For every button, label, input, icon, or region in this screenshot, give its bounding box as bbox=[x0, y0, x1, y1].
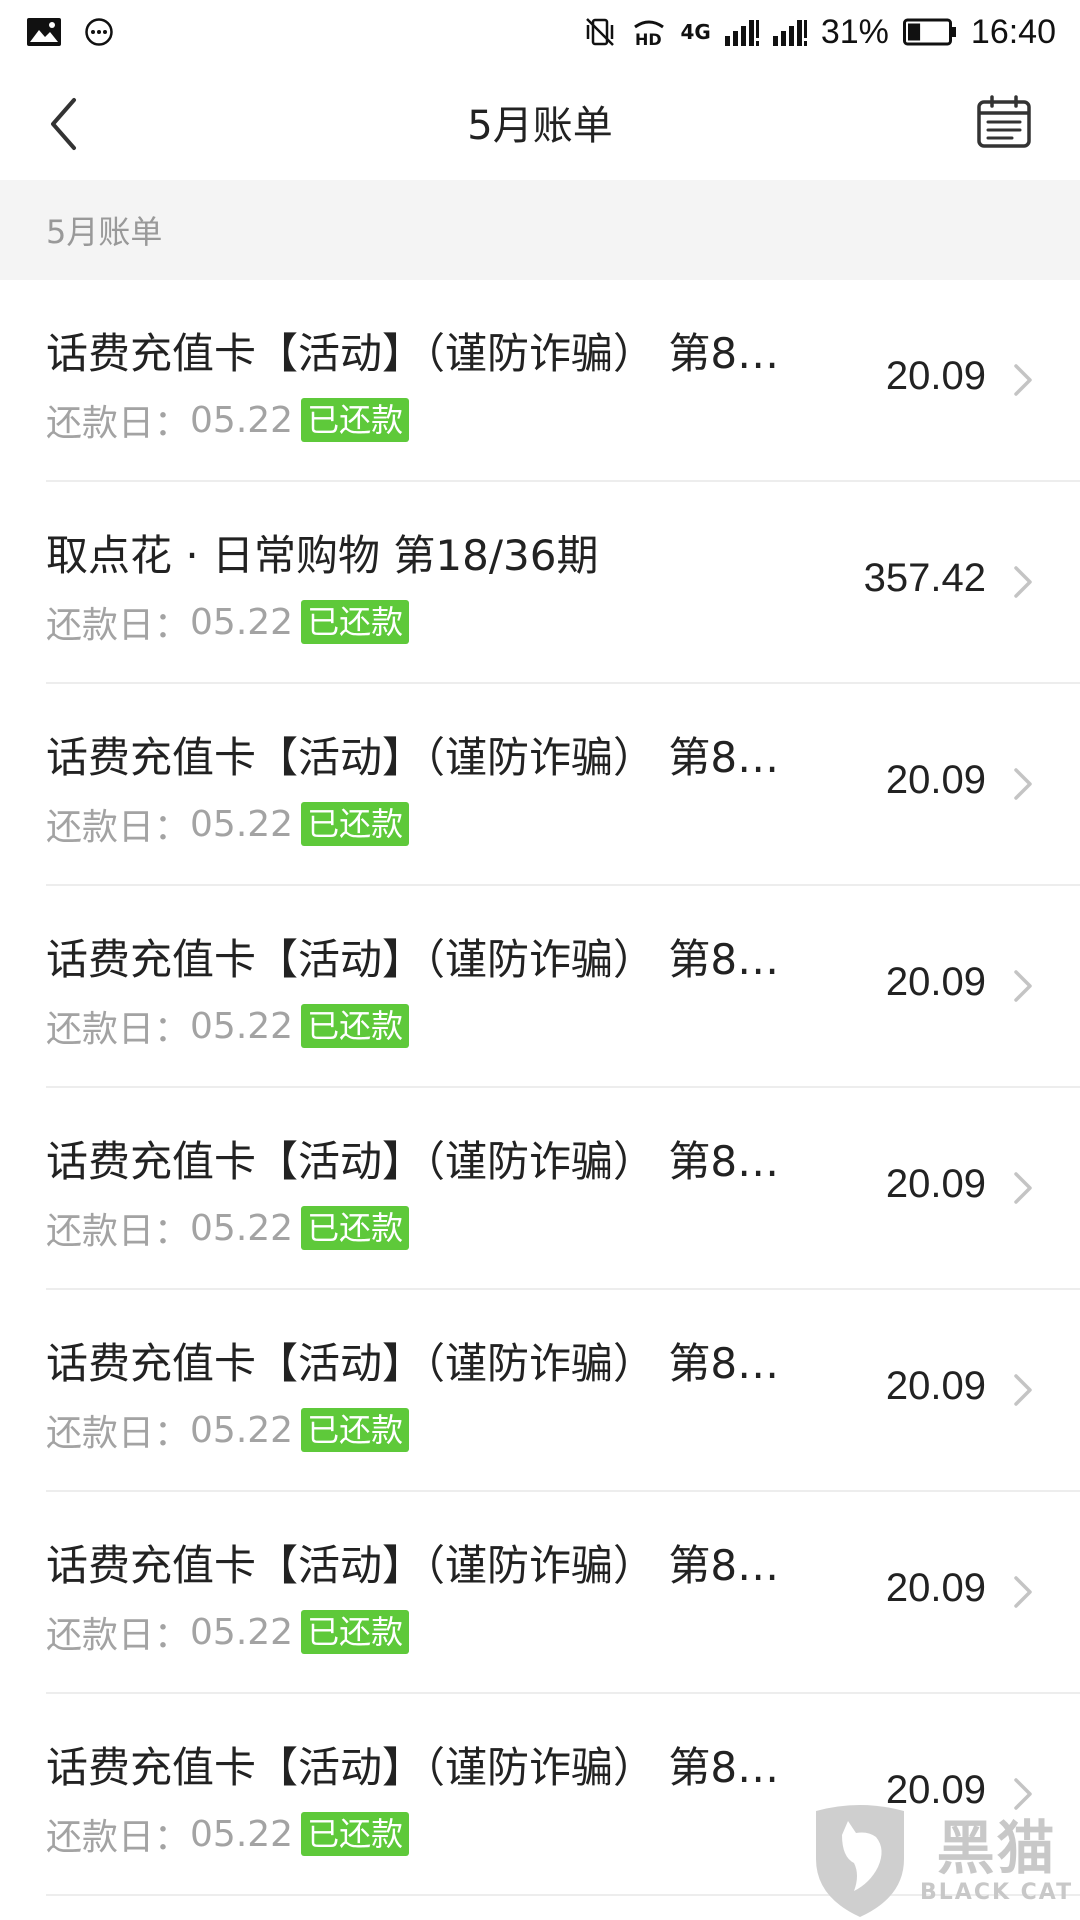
bill-amount: 357.42 bbox=[863, 556, 986, 600]
bill-name: 话费充值卡【活动】（谨防诈骗） 第8… bbox=[46, 1743, 780, 1792]
due-label: 还款日： bbox=[46, 1615, 191, 1656]
due-date: 05.22 bbox=[190, 1813, 294, 1855]
bill-item[interactable]: 话费充值卡【活动】（谨防诈骗） 第8… 还款日： 05.22 已还款 20.09 bbox=[0, 1492, 1080, 1694]
chevron-right-icon bbox=[1014, 1172, 1032, 1204]
hd-call-icon: HD bbox=[631, 17, 667, 47]
network-type-label: 4G bbox=[680, 20, 711, 44]
due-date: 05.22 bbox=[190, 601, 294, 643]
calendar-icon bbox=[977, 95, 1031, 148]
status-left bbox=[26, 17, 114, 47]
due-label: 还款日： bbox=[46, 1211, 191, 1252]
due-label: 还款日： bbox=[46, 403, 191, 444]
due-date: 05.22 bbox=[190, 1409, 294, 1451]
due-label: 还款日： bbox=[46, 1413, 191, 1454]
bill-name: 话费充值卡【活动】（谨防诈骗） 第8… bbox=[46, 1541, 780, 1590]
watermark-en: BLACK CAT bbox=[920, 1879, 1074, 1905]
bill-sub: 还款日： 05.22 已还款 bbox=[46, 798, 410, 850]
status-badge: 已还款 bbox=[301, 1004, 410, 1048]
bill-name: 话费充值卡【活动】（谨防诈骗） 第8… bbox=[46, 935, 780, 984]
bill-amount: 20.09 bbox=[885, 1566, 986, 1610]
watermark-cn: 黑猫 bbox=[936, 1813, 1057, 1882]
status-badge: 已还款 bbox=[301, 600, 410, 644]
bill-sub: 还款日： 05.22 已还款 bbox=[46, 1404, 410, 1456]
chevron-right-icon bbox=[1014, 768, 1032, 800]
due-label: 还款日： bbox=[46, 1009, 191, 1050]
due-date: 05.22 bbox=[190, 1611, 294, 1653]
vibrate-off-icon bbox=[583, 15, 617, 49]
status-badge: 已还款 bbox=[301, 1610, 410, 1654]
battery-percent: 31% bbox=[820, 12, 889, 51]
bill-name: 话费充值卡【活动】（谨防诈骗） 第8… bbox=[46, 1339, 780, 1388]
bill-sub: 还款日： 05.22 已还款 bbox=[46, 1808, 410, 1860]
bill-item[interactable]: 话费充值卡【活动】（谨防诈骗） 第8… 还款日： 05.22 已还款 20.09 bbox=[0, 1088, 1080, 1290]
bill-amount: 20.09 bbox=[885, 960, 986, 1004]
bill-sub: 还款日： 05.22 已还款 bbox=[46, 1606, 410, 1658]
signal-sim2-icon bbox=[772, 18, 807, 46]
bill-name: 话费充值卡【活动】（谨防诈骗） 第8… bbox=[46, 1137, 780, 1186]
battery-icon bbox=[902, 18, 957, 46]
due-date: 05.22 bbox=[190, 1207, 294, 1249]
due-label: 还款日： bbox=[46, 807, 191, 848]
bill-name: 取点花 · 日常购物 第18/36期 bbox=[46, 531, 599, 580]
status-badge: 已还款 bbox=[301, 1206, 410, 1250]
status-badge: 已还款 bbox=[301, 802, 410, 846]
status-bar: HD 4G 31% 16:40 bbox=[0, 0, 1080, 64]
bill-sub: 还款日： 05.22 已还款 bbox=[46, 1202, 410, 1254]
bill-list: 话费充值卡【活动】（谨防诈骗） 第8… 还款日： 05.22 已还款 20.09… bbox=[0, 280, 1080, 1896]
bill-item[interactable]: 话费充值卡【活动】（谨防诈骗） 第8… 还款日： 05.22 已还款 20.09 bbox=[0, 1290, 1080, 1492]
status-badge: 已还款 bbox=[301, 1408, 410, 1452]
signal-sim1-icon bbox=[724, 18, 759, 46]
status-right: HD 4G 31% 16:40 bbox=[583, 12, 1056, 52]
more-chat-icon bbox=[84, 17, 114, 47]
calendar-button[interactable] bbox=[972, 92, 1036, 152]
back-button[interactable] bbox=[38, 94, 88, 154]
section-header: 5月账单 bbox=[0, 180, 1080, 280]
bill-amount: 20.09 bbox=[885, 354, 986, 398]
bill-sub: 还款日： 05.22 已还款 bbox=[46, 1000, 410, 1052]
chevron-right-icon bbox=[1014, 364, 1032, 396]
chevron-right-icon bbox=[1014, 1374, 1032, 1406]
watermark: 黑猫 BLACK CAT bbox=[808, 1800, 1080, 1920]
due-date: 05.22 bbox=[190, 1005, 294, 1047]
clock: 16:40 bbox=[970, 12, 1056, 51]
status-badge: 已还款 bbox=[301, 1812, 410, 1856]
page-title: 5月账单 bbox=[467, 103, 613, 149]
bill-item[interactable]: 话费充值卡【活动】（谨防诈骗） 第8… 还款日： 05.22 已还款 20.09 bbox=[0, 886, 1080, 1088]
bill-amount: 20.09 bbox=[885, 1364, 986, 1408]
chevron-right-icon bbox=[1014, 970, 1032, 1002]
bill-sub: 还款日： 05.22 已还款 bbox=[46, 596, 410, 648]
due-date: 05.22 bbox=[190, 399, 294, 441]
bill-sub: 还款日： 05.22 已还款 bbox=[46, 394, 410, 446]
watermark-text: 黑猫 BLACK CAT bbox=[920, 1816, 1073, 1905]
due-label: 还款日： bbox=[46, 1817, 191, 1858]
due-label: 还款日： bbox=[46, 605, 191, 646]
battery-fill bbox=[907, 23, 921, 41]
bill-amount: 20.09 bbox=[885, 1162, 986, 1206]
chevron-left-icon bbox=[51, 98, 76, 150]
svg-text:HD: HD bbox=[635, 30, 662, 47]
bill-item[interactable]: 取点花 · 日常购物 第18/36期 还款日： 05.22 已还款 357.42 bbox=[0, 482, 1080, 684]
bill-item[interactable]: 话费充值卡【活动】（谨防诈骗） 第8… 还款日： 05.22 已还款 20.09 bbox=[0, 280, 1080, 482]
section-title: 5月账单 bbox=[46, 213, 163, 251]
image-icon bbox=[26, 17, 62, 47]
due-date: 05.22 bbox=[190, 803, 294, 845]
bill-name: 话费充值卡【活动】（谨防诈骗） 第8… bbox=[46, 733, 780, 782]
cat-shield-logo-icon bbox=[816, 1805, 904, 1917]
app-header: 5月账单 bbox=[0, 64, 1080, 180]
bill-name: 话费充值卡【活动】（谨防诈骗） 第8… bbox=[46, 329, 780, 378]
chevron-right-icon bbox=[1014, 566, 1032, 598]
bill-amount: 20.09 bbox=[885, 758, 986, 802]
status-badge: 已还款 bbox=[301, 398, 410, 442]
chevron-right-icon bbox=[1014, 1576, 1032, 1608]
bill-item[interactable]: 话费充值卡【活动】（谨防诈骗） 第8… 还款日： 05.22 已还款 20.09 bbox=[0, 684, 1080, 886]
